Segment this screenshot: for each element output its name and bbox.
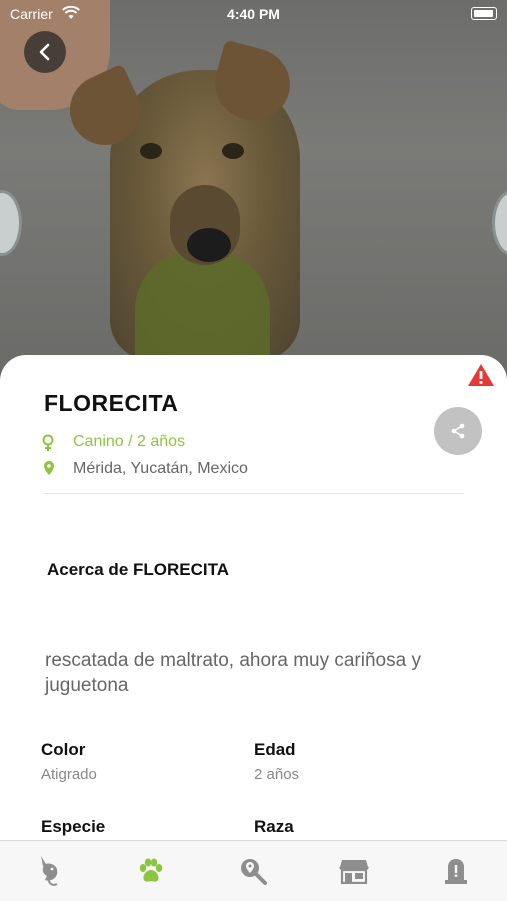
pet-species-age: Canino / 2 años xyxy=(73,433,186,450)
bird-icon xyxy=(41,856,58,886)
paw-icon xyxy=(139,858,163,882)
status-bar: Carrier 4:40 PM xyxy=(0,0,507,28)
detail-label-color: Color xyxy=(41,740,86,759)
about-title: Acerca de FLORECITA xyxy=(47,560,230,579)
tab-store[interactable] xyxy=(304,841,404,901)
location-pin-icon xyxy=(44,461,54,475)
tab-bar xyxy=(0,840,507,901)
dog-chest xyxy=(135,250,270,370)
report-warning-icon[interactable] xyxy=(467,363,495,387)
memorial-icon xyxy=(445,859,467,884)
battery-icon xyxy=(471,7,497,20)
pet-photo xyxy=(0,0,507,380)
share-icon xyxy=(451,423,465,439)
dog-eye-right xyxy=(222,143,244,159)
pet-name: FLORECITA xyxy=(44,390,179,416)
share-button[interactable] xyxy=(434,407,482,455)
search-location-icon xyxy=(241,859,267,885)
detail-label-age: Edad xyxy=(254,740,296,759)
detail-value-age: 2 años xyxy=(254,766,300,783)
detail-value-color: Atigrado xyxy=(41,766,97,783)
tab-pets[interactable] xyxy=(101,841,201,901)
dog-eye-left xyxy=(140,143,162,159)
divider xyxy=(44,493,464,494)
chevron-left-icon xyxy=(39,43,50,61)
clock: 4:40 PM xyxy=(227,6,280,22)
gender-female-icon xyxy=(42,434,54,451)
bowl-left xyxy=(0,190,22,256)
pet-description: rescatada de maltrato, ahora muy cariños… xyxy=(45,650,421,696)
pet-location: Mérida, Yucatán, Mexico xyxy=(73,460,248,477)
dog-nose xyxy=(187,228,231,262)
tab-adoption[interactable] xyxy=(0,841,100,901)
store-icon xyxy=(339,860,369,884)
detail-label-breed: Raza xyxy=(254,817,294,836)
detail-label-species: Especie xyxy=(41,817,106,836)
bowl-right xyxy=(492,190,507,256)
tab-memorial[interactable] xyxy=(406,841,506,901)
tab-search[interactable] xyxy=(203,841,303,901)
back-button[interactable] xyxy=(24,31,66,73)
